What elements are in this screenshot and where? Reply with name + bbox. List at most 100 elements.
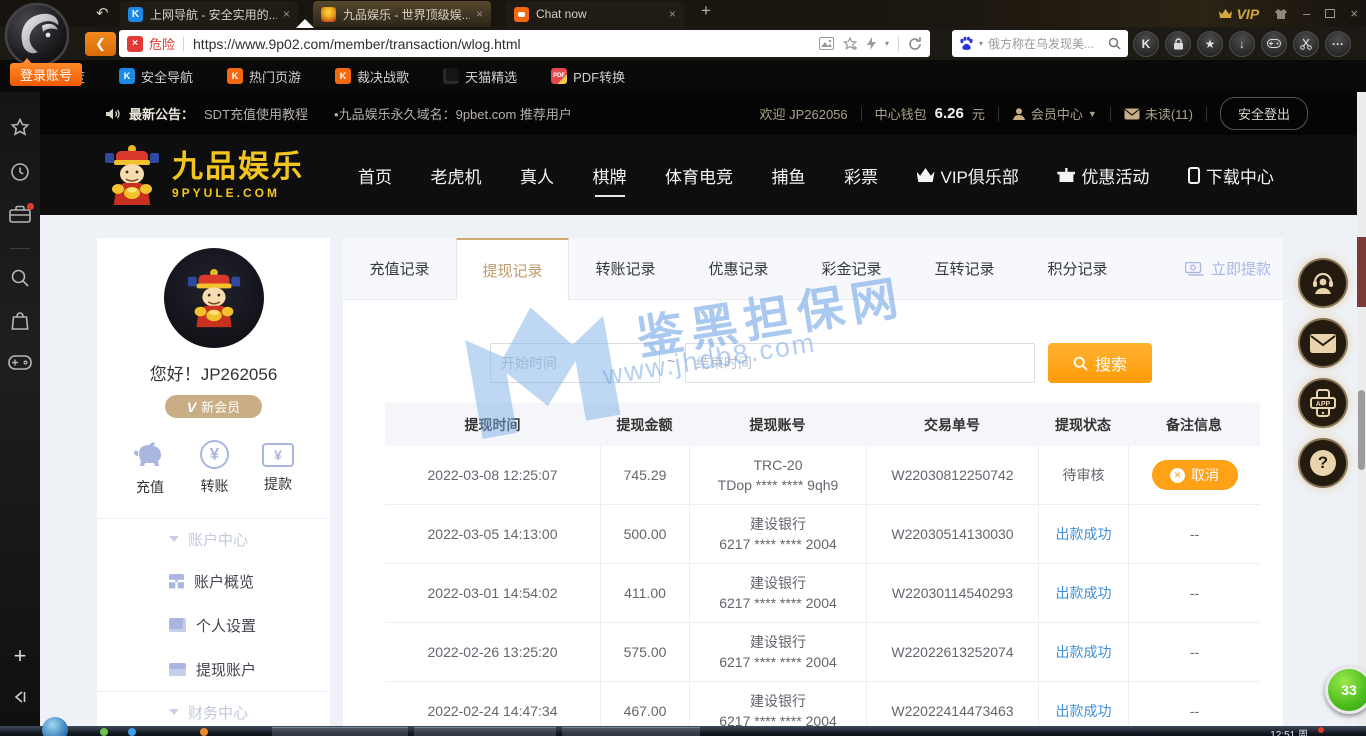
withdraw-now-link[interactable]: 立即提款 bbox=[1185, 238, 1271, 299]
tab-close-icon[interactable]: × bbox=[283, 7, 290, 21]
announcement-item[interactable]: SDT充值使用教程 bbox=[204, 104, 308, 123]
bookmark-item[interactable]: PDF PDF转换 bbox=[551, 67, 625, 86]
unread-messages[interactable]: 未读(11) bbox=[1124, 104, 1193, 123]
record-tab[interactable]: 充值记录 bbox=[343, 238, 456, 299]
end-time-input[interactable] bbox=[685, 343, 1035, 383]
url-field[interactable]: × 危险 https://www.9p02.com/member/transac… bbox=[119, 30, 930, 57]
search-query[interactable]: 俄方称在乌发现美... bbox=[988, 35, 1103, 52]
scrollbar-thumb[interactable] bbox=[1358, 390, 1365, 470]
quick-action[interactable]: 充值 bbox=[133, 440, 167, 497]
games-icon[interactable] bbox=[1261, 31, 1287, 57]
app-download-button[interactable]: APP bbox=[1298, 378, 1348, 428]
nav-item[interactable]: 棋牌 bbox=[593, 163, 627, 188]
add-favorite-icon[interactable] bbox=[843, 37, 858, 51]
taskbar-icon[interactable] bbox=[100, 728, 108, 736]
lock-icon[interactable] bbox=[1165, 31, 1191, 57]
announcement-item[interactable]: •九品娱乐永久域名：9pbet.com 推荐用户 bbox=[334, 104, 572, 123]
browser-logo[interactable] bbox=[3, 1, 71, 69]
url-text[interactable]: https://www.9p02.com/member/transaction/… bbox=[193, 36, 819, 52]
browser-tab[interactable]: 九品娱乐 - 世界顶级娱... × bbox=[313, 1, 491, 27]
workspace-icon[interactable] bbox=[9, 205, 31, 228]
image-mode-icon[interactable] bbox=[819, 37, 834, 50]
tab-history-back-icon[interactable]: ↶ bbox=[96, 4, 109, 22]
scissors-icon[interactable] bbox=[1293, 31, 1319, 57]
download-icon[interactable]: ↓ bbox=[1229, 31, 1255, 57]
taskbar-window-button[interactable] bbox=[414, 727, 556, 736]
new-tab-button[interactable]: + bbox=[701, 1, 711, 25]
theme-icon[interactable] bbox=[1274, 8, 1288, 20]
record-tab[interactable]: 积分记录 bbox=[1021, 238, 1134, 299]
nav-item[interactable]: 真人 bbox=[520, 163, 554, 188]
sidebar-menu-entry[interactable]: 提现账户 bbox=[97, 647, 330, 691]
sidebar-menu-entry[interactable]: 财务中心 bbox=[97, 691, 330, 726]
bookmark-item[interactable]: K 热门页游 bbox=[227, 67, 301, 86]
record-tab[interactable]: 优惠记录 bbox=[682, 238, 795, 299]
bookmark-item[interactable]: 天猫精选 bbox=[443, 67, 517, 86]
close-button[interactable]: × bbox=[1350, 7, 1358, 20]
nav-item[interactable]: 老虎机 bbox=[431, 163, 482, 188]
message-button[interactable] bbox=[1298, 318, 1348, 368]
more-icon[interactable]: ··· bbox=[1325, 31, 1351, 57]
minimize-button[interactable]: – bbox=[1303, 7, 1310, 20]
bookmark-item[interactable]: K 裁决战歌 bbox=[335, 67, 409, 86]
start-button[interactable] bbox=[42, 717, 68, 736]
taskbar-window-button[interactable] bbox=[272, 727, 408, 736]
taskbar-window-button[interactable] bbox=[562, 727, 700, 736]
start-time-input[interactable] bbox=[490, 343, 660, 383]
quick-action[interactable]: 提款 bbox=[262, 440, 294, 497]
member-center-menu[interactable]: 会员中心 ▼ bbox=[1012, 104, 1097, 123]
sidebar-menu-entry[interactable]: 账户中心 bbox=[97, 518, 330, 559]
browser-tab[interactable]: Chat now × bbox=[506, 1, 684, 27]
games-sidebar-icon[interactable] bbox=[8, 355, 32, 375]
search-icon[interactable] bbox=[1108, 37, 1121, 50]
optimizer-ball[interactable]: 33 bbox=[1325, 666, 1366, 714]
shopping-icon[interactable] bbox=[11, 311, 30, 336]
browser-vip-button[interactable]: VIP bbox=[1218, 6, 1260, 22]
cell-order-number: W22030812250742 bbox=[866, 446, 1038, 504]
lightning-icon[interactable] bbox=[867, 37, 876, 50]
nav-item[interactable]: VIP俱乐部 bbox=[917, 163, 1019, 188]
nav-item[interactable]: 首页 bbox=[358, 163, 392, 188]
avatar[interactable] bbox=[164, 248, 264, 348]
favorites-icon[interactable]: ★ bbox=[1197, 31, 1223, 57]
customer-service-button[interactable] bbox=[1298, 258, 1348, 308]
collapse-rail-icon[interactable] bbox=[11, 688, 29, 711]
wallet-summary[interactable]: 中心钱包 6.26 元 bbox=[875, 104, 985, 123]
cancel-button[interactable]: ✕ 取消 bbox=[1152, 460, 1238, 490]
search-button[interactable]: 搜索 bbox=[1048, 343, 1152, 383]
history-icon[interactable] bbox=[10, 162, 30, 187]
chevron-down-icon[interactable]: ▾ bbox=[885, 39, 889, 48]
taskbar-icon[interactable] bbox=[200, 728, 208, 736]
sidebar-menu-entry[interactable]: 个人设置 bbox=[97, 603, 330, 647]
tab-close-icon[interactable]: × bbox=[669, 7, 676, 21]
refresh-icon[interactable] bbox=[908, 37, 922, 51]
browser-search-box[interactable]: ▾ 俄方称在乌发现美... bbox=[952, 30, 1128, 57]
help-button[interactable]: ? bbox=[1298, 438, 1348, 488]
record-tab[interactable]: 转账记录 bbox=[569, 238, 682, 299]
taskbar-icon[interactable] bbox=[128, 728, 136, 736]
record-tab[interactable]: 彩金记录 bbox=[795, 238, 908, 299]
kingsoft-icon[interactable]: K bbox=[1133, 31, 1159, 57]
nav-item[interactable]: 捕鱼 bbox=[772, 163, 806, 188]
bookmark-item[interactable]: K 安全导航 bbox=[119, 67, 193, 86]
quick-action[interactable]: 转账 bbox=[200, 440, 229, 497]
nav-item[interactable]: 体育电竞 bbox=[665, 163, 733, 188]
login-account-badge[interactable]: 登录账号 bbox=[10, 63, 82, 86]
nav-item[interactable]: 下载中心 bbox=[1188, 163, 1274, 188]
browser-tab[interactable]: K 上网导航 - 安全实用的... × bbox=[120, 1, 298, 27]
sidebar-menu-entry[interactable]: 账户概览 bbox=[97, 559, 330, 603]
scrollbar-track[interactable] bbox=[1357, 92, 1366, 726]
tab-close-icon[interactable]: × bbox=[476, 7, 483, 21]
favorites-sidebar-icon[interactable] bbox=[10, 118, 30, 142]
logout-button[interactable]: 安全登出 bbox=[1220, 97, 1308, 130]
site-logo[interactable]: 九品娱乐 9PYULE.COM bbox=[100, 143, 304, 207]
nav-item[interactable]: 优惠活动 bbox=[1057, 163, 1149, 188]
add-panel-icon[interactable]: + bbox=[14, 643, 27, 669]
search-sidebar-icon[interactable] bbox=[10, 268, 30, 293]
restore-button[interactable] bbox=[1325, 9, 1335, 18]
record-tab[interactable]: 提现记录 bbox=[456, 238, 569, 300]
chevron-down-icon[interactable]: ▾ bbox=[979, 39, 983, 48]
nav-item[interactable]: 彩票 bbox=[844, 163, 878, 188]
back-button[interactable]: ❮ bbox=[85, 32, 116, 56]
record-tab[interactable]: 互转记录 bbox=[908, 238, 1021, 299]
